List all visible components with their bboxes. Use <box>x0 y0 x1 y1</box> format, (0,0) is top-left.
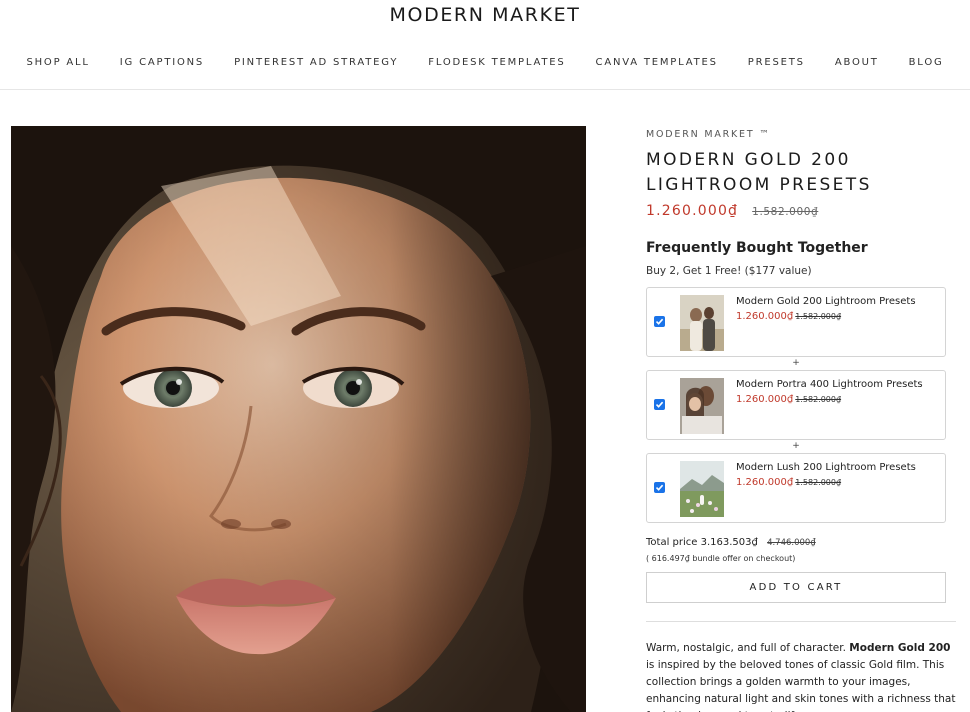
total-label: Total price <box>646 537 701 548</box>
bundle-item-price: 1.260.000₫ 1.582.000₫ <box>736 477 842 488</box>
product-compare-price: 1.582.000₫ <box>752 206 819 218</box>
site-logo[interactable]: MODERN MARKET <box>0 4 970 26</box>
bundle-item[interactable]: Modern Gold 200 Lightroom Presets 1.260.… <box>646 287 946 357</box>
bundle-item-checkbox[interactable] <box>654 482 665 493</box>
nav-canva-templates[interactable]: CANVA TEMPLATES <box>596 57 718 68</box>
meadow-landscape-photo-icon[interactable] <box>680 461 724 517</box>
bundle-total: Total price 3.163.503₫ 4.746.000₫ <box>646 537 956 548</box>
bundle-list: Modern Gold 200 Lightroom Presets 1.260.… <box>646 287 946 523</box>
bundle-item-checkbox[interactable] <box>654 399 665 410</box>
product-title-line1: MODERN GOLD 200 <box>646 150 851 170</box>
product-price: 1.260.000₫ <box>646 203 739 219</box>
price-row: 1.260.000₫ 1.582.000₫ <box>646 203 956 219</box>
fbt-title: Frequently Bought Together <box>646 240 868 256</box>
add-to-cart-button[interactable]: ADD TO CART <box>646 572 946 603</box>
header-divider <box>0 89 970 90</box>
couple-portrait-photo-icon[interactable] <box>680 378 724 434</box>
nav-presets[interactable]: PRESETS <box>748 57 805 68</box>
plus-icon: + <box>792 441 800 451</box>
couple-photo-icon[interactable] <box>680 295 724 351</box>
nav-shop-all[interactable]: SHOP ALL <box>26 57 89 68</box>
portrait-photo <box>11 126 586 712</box>
nav-ig-captions[interactable]: IG CAPTIONS <box>120 57 204 68</box>
total-price: 3.163.503₫ <box>700 537 758 548</box>
total-compare-price: 4.746.000₫ <box>767 538 816 548</box>
check-icon <box>655 484 664 491</box>
bundle-item-checkbox[interactable] <box>654 316 665 327</box>
nav-pinterest-ad-strategy[interactable]: PINTEREST AD STRATEGY <box>234 57 398 68</box>
bundle-item[interactable]: Modern Lush 200 Lightroom Presets 1.260.… <box>646 453 946 523</box>
nav-blog[interactable]: BLOG <box>909 57 944 68</box>
bundle-item-name[interactable]: Modern Portra 400 Lightroom Presets <box>736 379 923 390</box>
product-title-line2: LIGHTROOM PRESETS <box>646 175 872 195</box>
bundle-item-price: 1.260.000₫ 1.582.000₫ <box>736 311 842 322</box>
nav-about[interactable]: ABOUT <box>835 57 879 68</box>
description-highlight: Modern Gold 200 <box>849 642 951 654</box>
main-nav: SHOP ALL IG CAPTIONS PINTEREST AD STRATE… <box>0 57 970 68</box>
bundle-item[interactable]: Modern Portra 400 Lightroom Presets 1.26… <box>646 370 946 440</box>
plus-icon: + <box>792 358 800 368</box>
product-description: Warm, nostalgic, and full of character. … <box>646 642 956 712</box>
product-title: MODERN GOLD 200 LIGHTROOM PRESETS <box>646 148 956 198</box>
bundle-item-price: 1.260.000₫ 1.582.000₫ <box>736 394 842 405</box>
product-info: MODERN MARKET ™ MODERN GOLD 200 LIGHTROO… <box>646 126 956 712</box>
section-divider <box>646 621 956 622</box>
bundle-item-name[interactable]: Modern Gold 200 Lightroom Presets <box>736 296 916 307</box>
fbt-subtitle: Buy 2, Get 1 Free! ($177 value) <box>646 265 812 277</box>
check-icon <box>655 318 664 325</box>
product-vendor: MODERN MARKET ™ <box>646 129 771 140</box>
bundle-offer-note: ( 616.497₫ bundle offer on checkout) <box>646 554 796 563</box>
check-icon <box>655 401 664 408</box>
nav-flodesk-templates[interactable]: FLODESK TEMPLATES <box>428 57 565 68</box>
bundle-item-name[interactable]: Modern Lush 200 Lightroom Presets <box>736 462 916 473</box>
product-hero-image[interactable] <box>11 126 586 712</box>
